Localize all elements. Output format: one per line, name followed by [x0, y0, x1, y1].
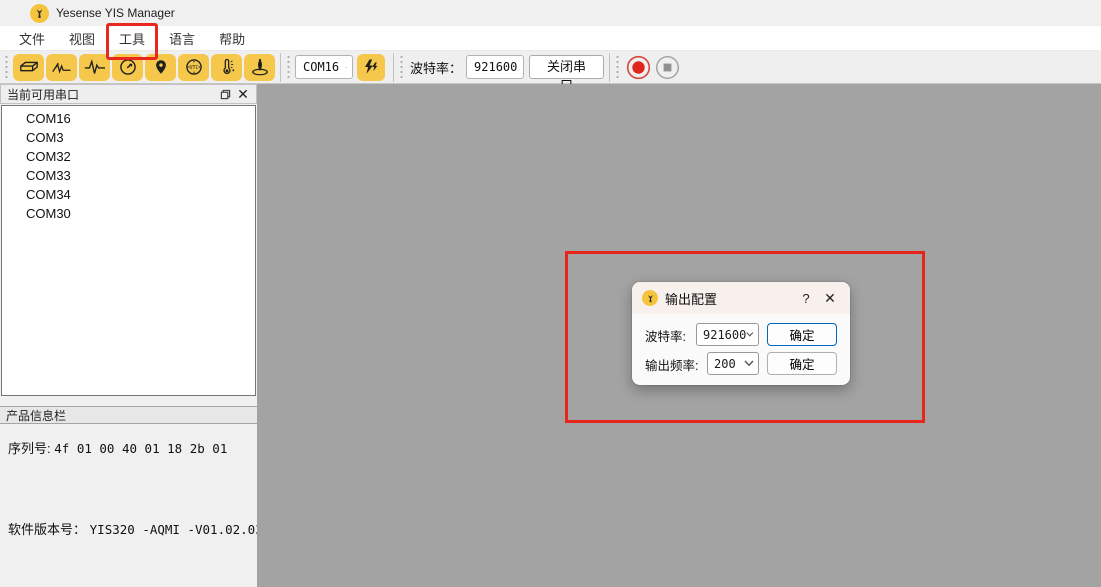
output-config-dialog: 输出配置 ? ✕ 波特率: 921600 确定 输出频率: 200 — [632, 282, 850, 385]
ports-panel-header: 当前可用串口 ✕ — [0, 84, 257, 104]
serial-number-row: 序列号: 4f 01 00 40 01 18 2b 01 — [8, 438, 227, 457]
baud-rate-row: 波特率: 921600 确定 — [632, 323, 850, 346]
stop-icon — [655, 55, 680, 80]
app-logo-icon — [30, 4, 49, 23]
baud-rate-value: 921600 — [474, 60, 517, 74]
serial-number-value: 4f 01 00 40 01 18 2b 01 — [54, 441, 227, 456]
dialog-baud-value: 921600 — [703, 328, 746, 342]
record-icon — [626, 55, 651, 80]
menu-help[interactable]: 帮助 — [210, 26, 254, 51]
close-serial-port-button[interactable]: 关闭串口 — [529, 55, 604, 79]
chevron-down-icon — [744, 360, 754, 367]
dialog-title-bar: 输出配置 ? ✕ — [632, 282, 850, 314]
port-list-item[interactable]: COM33 — [2, 166, 255, 185]
toolbar-drag-handle[interactable] — [4, 55, 9, 79]
dialog-frequency-ok-button[interactable]: 确定 — [767, 352, 837, 375]
svg-text:UTC: UTC — [189, 65, 198, 71]
dialog-baud-ok-button[interactable]: 确定 — [767, 323, 837, 346]
dialog-baud-label: 波特率: — [645, 326, 686, 345]
product-info-header: 产品信息栏 — [0, 406, 257, 424]
record-button[interactable] — [626, 55, 651, 80]
port-list-item[interactable]: COM30 — [2, 204, 255, 223]
port-list-item[interactable]: COM3 — [2, 128, 255, 147]
utc-clock-icon[interactable]: UTC — [178, 54, 209, 81]
menu-tools[interactable]: 工具 — [110, 26, 154, 51]
dialog-help-button[interactable]: ? — [794, 287, 818, 309]
window-title: Yesense YIS Manager — [56, 6, 175, 20]
dialog-app-icon — [642, 290, 658, 306]
software-version-value: YIS320 -AQMI -V01.02.03; — [90, 522, 271, 537]
thermometer-icon[interactable] — [211, 54, 242, 81]
toolbar-separator — [609, 53, 610, 82]
stop-button[interactable] — [655, 55, 680, 80]
product-info-title: 产品信息栏 — [6, 407, 66, 424]
port-select-value: COM16 — [303, 60, 339, 74]
serial-number-label: 序列号: — [8, 441, 51, 456]
app-window: Yesense YIS Manager 文件 视图 工具 语言 帮助 UTC — [0, 0, 1101, 587]
gauge-icon[interactable] — [112, 54, 143, 81]
toolbar-separator — [393, 53, 394, 82]
available-ports-list: COM16 COM3 COM32 COM33 COM34 COM30 — [1, 105, 256, 396]
toolbar-separator — [280, 53, 281, 82]
main-area: 输出配置 ? ✕ 波特率: 921600 确定 输出频率: 200 — [257, 84, 1101, 587]
left-dock: 当前可用串口 ✕ COM16 COM3 COM32 COM33 COM34 CO… — [0, 84, 257, 587]
dialog-frequency-label: 输出频率: — [645, 355, 698, 374]
port-list-item[interactable]: COM34 — [2, 185, 255, 204]
dialog-title: 输出配置 — [665, 289, 794, 308]
menu-bar: 文件 视图 工具 语言 帮助 — [0, 26, 1101, 51]
product-info-panel: 序列号: 4f 01 00 40 01 18 2b 01 软件版本号： YIS3… — [0, 424, 257, 587]
dialog-frequency-value: 200 — [714, 357, 744, 371]
toolbar-drag-handle[interactable] — [615, 55, 620, 79]
angle-waveform-icon[interactable] — [46, 54, 77, 81]
output-frequency-row: 输出频率: 200 确定 — [632, 352, 850, 375]
toolbar-drag-handle[interactable] — [399, 55, 404, 79]
menu-tools-label: 工具 — [119, 32, 145, 47]
title-bar: Yesense YIS Manager — [0, 0, 1101, 26]
ports-panel-title: 当前可用串口 — [7, 86, 216, 103]
software-version-label: 软件版本号： — [8, 522, 86, 537]
baud-rate-label: 波特率： — [410, 58, 462, 77]
baud-rate-select[interactable]: 921600 — [466, 55, 524, 79]
dialog-baud-select[interactable]: 921600 — [696, 323, 759, 346]
location-pin-icon[interactable] — [145, 54, 176, 81]
chevron-down-icon — [746, 331, 754, 338]
cube-3d-icon[interactable] — [13, 54, 44, 81]
close-panel-icon[interactable]: ✕ — [234, 86, 252, 102]
refresh-ports-icon[interactable] — [357, 54, 385, 81]
float-panel-icon[interactable] — [216, 86, 234, 102]
toolbar: UTC COM16 波特率： 921600 关闭串口 — [0, 51, 1101, 84]
toolbar-drag-handle[interactable] — [286, 55, 291, 79]
port-select[interactable]: COM16 — [295, 55, 353, 79]
gyro-level-icon[interactable] — [244, 54, 275, 81]
menu-file[interactable]: 文件 — [10, 26, 54, 51]
software-version-row: 软件版本号： YIS320 -AQMI -V01.02.03; — [8, 519, 270, 538]
port-list-item[interactable]: COM32 — [2, 147, 255, 166]
dialog-close-icon[interactable]: ✕ — [818, 287, 842, 309]
menu-view[interactable]: 视图 — [60, 26, 104, 51]
chevron-down-icon — [345, 64, 347, 71]
menu-language[interactable]: 语言 — [160, 26, 204, 51]
port-list-item[interactable]: COM16 — [2, 109, 255, 128]
dialog-frequency-select[interactable]: 200 — [707, 352, 759, 375]
pulse-waveform-icon[interactable] — [79, 54, 110, 81]
